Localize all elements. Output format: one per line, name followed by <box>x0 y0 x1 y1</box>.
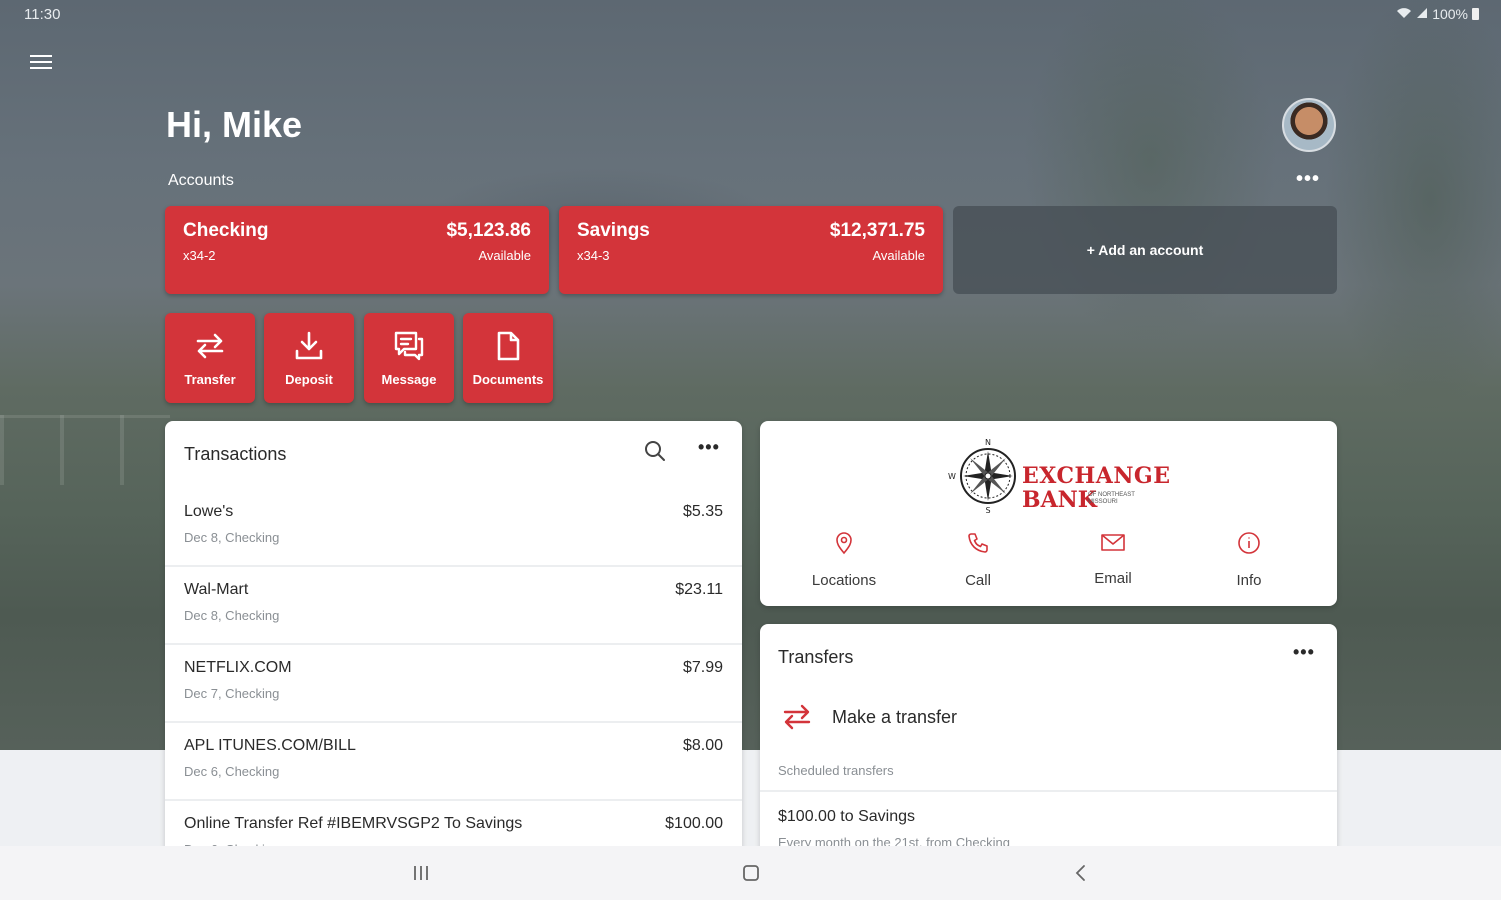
account-number: x34-3 <box>577 248 610 263</box>
transaction-row[interactable]: NETFLIX.COM $7.99 Dec 7, Checking <box>165 645 742 723</box>
transfer-button[interactable]: Transfer <box>165 313 255 403</box>
transaction-amount: $5.35 <box>682 503 723 520</box>
documents-button[interactable]: Documents <box>463 313 553 403</box>
phone-icon <box>968 533 988 553</box>
back-icon[interactable] <box>1051 846 1111 900</box>
email-icon <box>1101 534 1125 551</box>
action-label: Message <box>381 372 437 387</box>
transaction-amount: $7.99 <box>682 659 723 676</box>
divider <box>760 790 1337 792</box>
accounts-label: Accounts <box>168 172 234 189</box>
recent-apps-icon[interactable] <box>391 846 451 900</box>
account-number: x34-2 <box>183 248 216 263</box>
deposit-button[interactable]: Deposit <box>264 313 354 403</box>
location-pin-icon <box>836 532 852 555</box>
action-label: Transfer <box>184 372 236 387</box>
account-balance: $12,371.75 <box>829 220 925 241</box>
greeting: Hi, Mike <box>166 104 303 145</box>
info-icon <box>1238 532 1260 554</box>
transfers-more-icon[interactable]: ••• <box>1293 642 1315 663</box>
signal-icon <box>1416 6 1428 22</box>
compass-s: S <box>985 506 990 515</box>
make-transfer-button[interactable]: Make a transfer <box>780 700 957 734</box>
balance-label: Available <box>478 248 531 263</box>
message-button[interactable]: Message <box>364 313 454 403</box>
transaction-name: Wal-Mart <box>184 581 249 598</box>
bank-name-line2: BANK <box>1022 487 1097 513</box>
transaction-name: Lowe's <box>184 503 234 520</box>
transaction-detail: Dec 8, Checking <box>184 608 280 623</box>
message-icon <box>394 331 424 361</box>
bank-logo: N W S EXCHANGE BANK OF NORTHEAST MISSOUR… <box>948 435 1170 515</box>
account-card-savings[interactable]: Savings $12,371.75 x34-3 Available <box>559 206 943 294</box>
email-button[interactable]: Email <box>1053 531 1173 587</box>
transaction-amount: $23.11 <box>675 581 723 598</box>
document-icon <box>497 331 520 361</box>
compass-n: N <box>985 438 991 447</box>
account-balance: $5,123.86 <box>446 220 531 241</box>
transfer-icon <box>783 704 811 730</box>
status-time: 11:30 <box>24 6 61 23</box>
bank-info-panel: N W S EXCHANGE BANK OF NORTHEAST MISSOUR… <box>760 421 1337 606</box>
status-icons: 100% <box>1396 6 1479 22</box>
account-name: Checking <box>183 220 269 241</box>
transaction-name: NETFLIX.COM <box>184 659 292 676</box>
transfer-icon <box>196 333 224 359</box>
compass-w: W <box>948 472 956 481</box>
action-label: Documents <box>472 372 544 387</box>
add-account-button[interactable]: + Add an account <box>953 206 1337 294</box>
transactions-panel: Transactions ••• Lowe's $5.35 Dec 8, Chec… <box>165 421 742 861</box>
menu-icon[interactable] <box>30 52 52 74</box>
transfers-panel: Transfers ••• Make a transfer Scheduled … <box>760 624 1337 864</box>
battery-percent: 100% <box>1432 6 1468 22</box>
transaction-row[interactable]: APL ITUNES.COM/BILL $8.00 Dec 6, Checking <box>165 723 742 801</box>
contact-label: Email <box>1094 570 1132 587</box>
scheduled-transfer-title: $100.00 to Savings <box>778 808 915 825</box>
locations-button[interactable]: Locations <box>784 531 904 589</box>
transaction-detail: Dec 6, Checking <box>184 764 280 779</box>
transaction-amount: $8.00 <box>682 737 723 754</box>
transaction-name: Online Transfer Ref #IBEMRVSGP2 To Savin… <box>184 815 523 832</box>
battery-icon <box>1472 8 1479 20</box>
search-icon[interactable] <box>643 439 667 468</box>
wifi-icon <box>1396 6 1412 22</box>
account-name: Savings <box>577 220 650 241</box>
scheduled-transfer-row[interactable]: $100.00 to Savings Every month on the 21… <box>778 808 1010 850</box>
transaction-row[interactable]: Wal-Mart $23.11 Dec 8, Checking <box>165 567 742 645</box>
transaction-name: APL ITUNES.COM/BILL <box>184 737 356 754</box>
transaction-amount: $100.00 <box>665 815 723 832</box>
transaction-row[interactable]: Lowe's $5.35 Dec 8, Checking <box>165 489 742 567</box>
transfers-title: Transfers <box>778 647 854 667</box>
bank-name-line1: EXCHANGE <box>1022 463 1171 489</box>
compass-icon: N W S <box>948 438 1016 515</box>
make-transfer-label: Make a transfer <box>832 706 958 727</box>
background-fence <box>0 415 170 485</box>
transaction-detail: Dec 7, Checking <box>184 686 280 701</box>
transactions-more-icon[interactable]: ••• <box>698 437 720 458</box>
avatar[interactable] <box>1282 98 1336 152</box>
home-icon[interactable] <box>721 846 781 900</box>
transaction-detail: Dec 8, Checking <box>184 530 280 545</box>
action-label: Deposit <box>285 372 333 387</box>
download-icon <box>295 331 323 360</box>
transaction-list: Lowe's $5.35 Dec 8, Checking Wal-Mart $23.… <box>165 489 742 861</box>
contact-label: Locations <box>811 572 877 589</box>
info-button[interactable]: Info <box>1189 531 1309 589</box>
system-nav-bar <box>0 846 1501 900</box>
accounts-more-icon[interactable]: ••• <box>1296 168 1320 191</box>
transactions-title: Transactions <box>184 444 287 464</box>
bank-tagline: OF NORTHEAST MISSOURI <box>1088 492 1135 505</box>
account-card-checking[interactable]: Checking $5,123.86 x34-2 Available <box>165 206 549 294</box>
contact-label: Info <box>1236 572 1262 589</box>
contact-label: Call <box>965 572 991 589</box>
call-button[interactable]: Call <box>918 531 1038 589</box>
scheduled-transfers-label: Scheduled transfers <box>778 763 894 778</box>
balance-label: Available <box>872 248 925 263</box>
